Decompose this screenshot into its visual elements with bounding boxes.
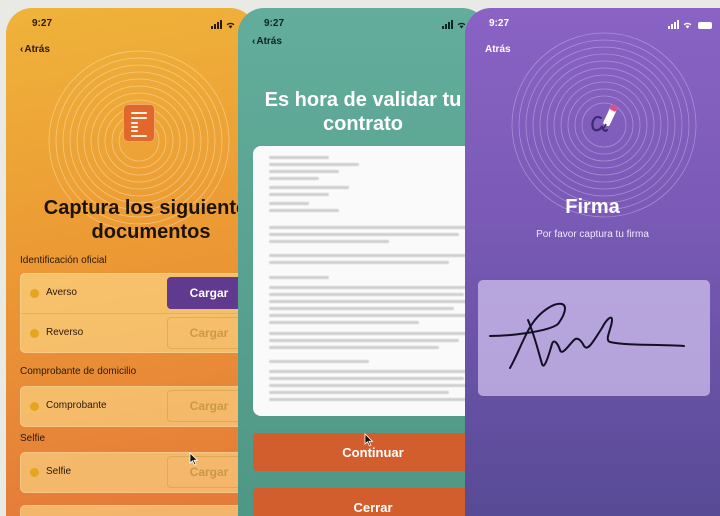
- back-label: Atrás: [24, 44, 50, 55]
- documents-screen: 9:27 ‹ Atrás Captura los siguientes docu…: [6, 8, 256, 516]
- signature-pen-icon: [591, 104, 618, 132]
- list-item-selfie: Selfie Cargar: [21, 453, 256, 492]
- document-icon: [123, 104, 155, 142]
- status-dot: [30, 468, 39, 477]
- next-card-group: [20, 505, 256, 516]
- signal-icon: [442, 20, 453, 29]
- page-subtitle: Por favor captura tu firma: [536, 229, 649, 240]
- status-dot: [30, 329, 39, 338]
- back-button[interactable]: Atrás: [485, 44, 511, 55]
- chevron-left-icon: ‹: [252, 36, 256, 47]
- status-time: 9:27: [32, 18, 53, 29]
- page-title: Es hora de validar tu contrato: [264, 89, 462, 135]
- status-icons: [442, 20, 467, 29]
- status-icons: [668, 20, 712, 29]
- section-label-domicilio: Comprobante de domicilio: [20, 366, 137, 377]
- row-label: Selfie: [46, 466, 72, 477]
- section-label-selfie: Selfie: [20, 433, 46, 444]
- signal-icon: [668, 20, 679, 29]
- back-button[interactable]: ‹ Atrás: [20, 44, 50, 55]
- signature-pad[interactable]: [478, 280, 710, 396]
- page-title: Captura los siguientes documentos: [43, 197, 256, 243]
- mouse-cursor-icon: [364, 433, 374, 447]
- selfie-card-group: Selfie Cargar: [20, 452, 256, 493]
- handwritten-signature: [489, 302, 685, 369]
- signal-icon: [211, 20, 222, 29]
- row-label: Reverso: [46, 327, 84, 338]
- status-time: 9:27: [489, 18, 510, 29]
- close-button[interactable]: Cerrar: [253, 488, 488, 516]
- list-item-reverso: Reverso Cargar: [21, 313, 256, 352]
- status-time: 9:27: [264, 18, 285, 29]
- battery-icon: [698, 22, 712, 29]
- back-label: Atrás: [256, 36, 282, 47]
- row-label: Comprobante: [46, 400, 107, 411]
- signature-screen: 9:27 Atrás Firma Por favor captura tu fi…: [465, 8, 720, 516]
- domicilio-card-group: Comprobante Cargar: [20, 386, 256, 427]
- wifi-icon: [226, 22, 235, 29]
- status-dot: [30, 402, 39, 411]
- id-card-group: Averso Cargar Reverso Cargar: [20, 273, 256, 353]
- wifi-icon: [683, 22, 692, 29]
- chevron-left-icon: ‹: [20, 44, 24, 55]
- list-item-averso: Averso Cargar: [21, 274, 256, 313]
- row-label: Averso: [46, 287, 77, 298]
- status-dot: [30, 289, 39, 298]
- section-label-id: Identificación oficial: [20, 255, 107, 266]
- list-item-comprobante: Comprobante Cargar: [21, 387, 256, 426]
- contract-preview[interactable]: [253, 146, 488, 416]
- status-bar: 9:27: [238, 8, 488, 32]
- contract-screen: 9:27 ‹ Atrás Es hora de validar tu contr…: [238, 8, 488, 516]
- mouse-cursor-icon: [189, 452, 199, 466]
- back-label: Atrás: [485, 44, 511, 55]
- status-bar: 9:27: [6, 8, 256, 32]
- page-title: Firma: [565, 196, 620, 218]
- back-button[interactable]: ‹ Atrás: [252, 36, 282, 47]
- status-icons: [211, 20, 236, 29]
